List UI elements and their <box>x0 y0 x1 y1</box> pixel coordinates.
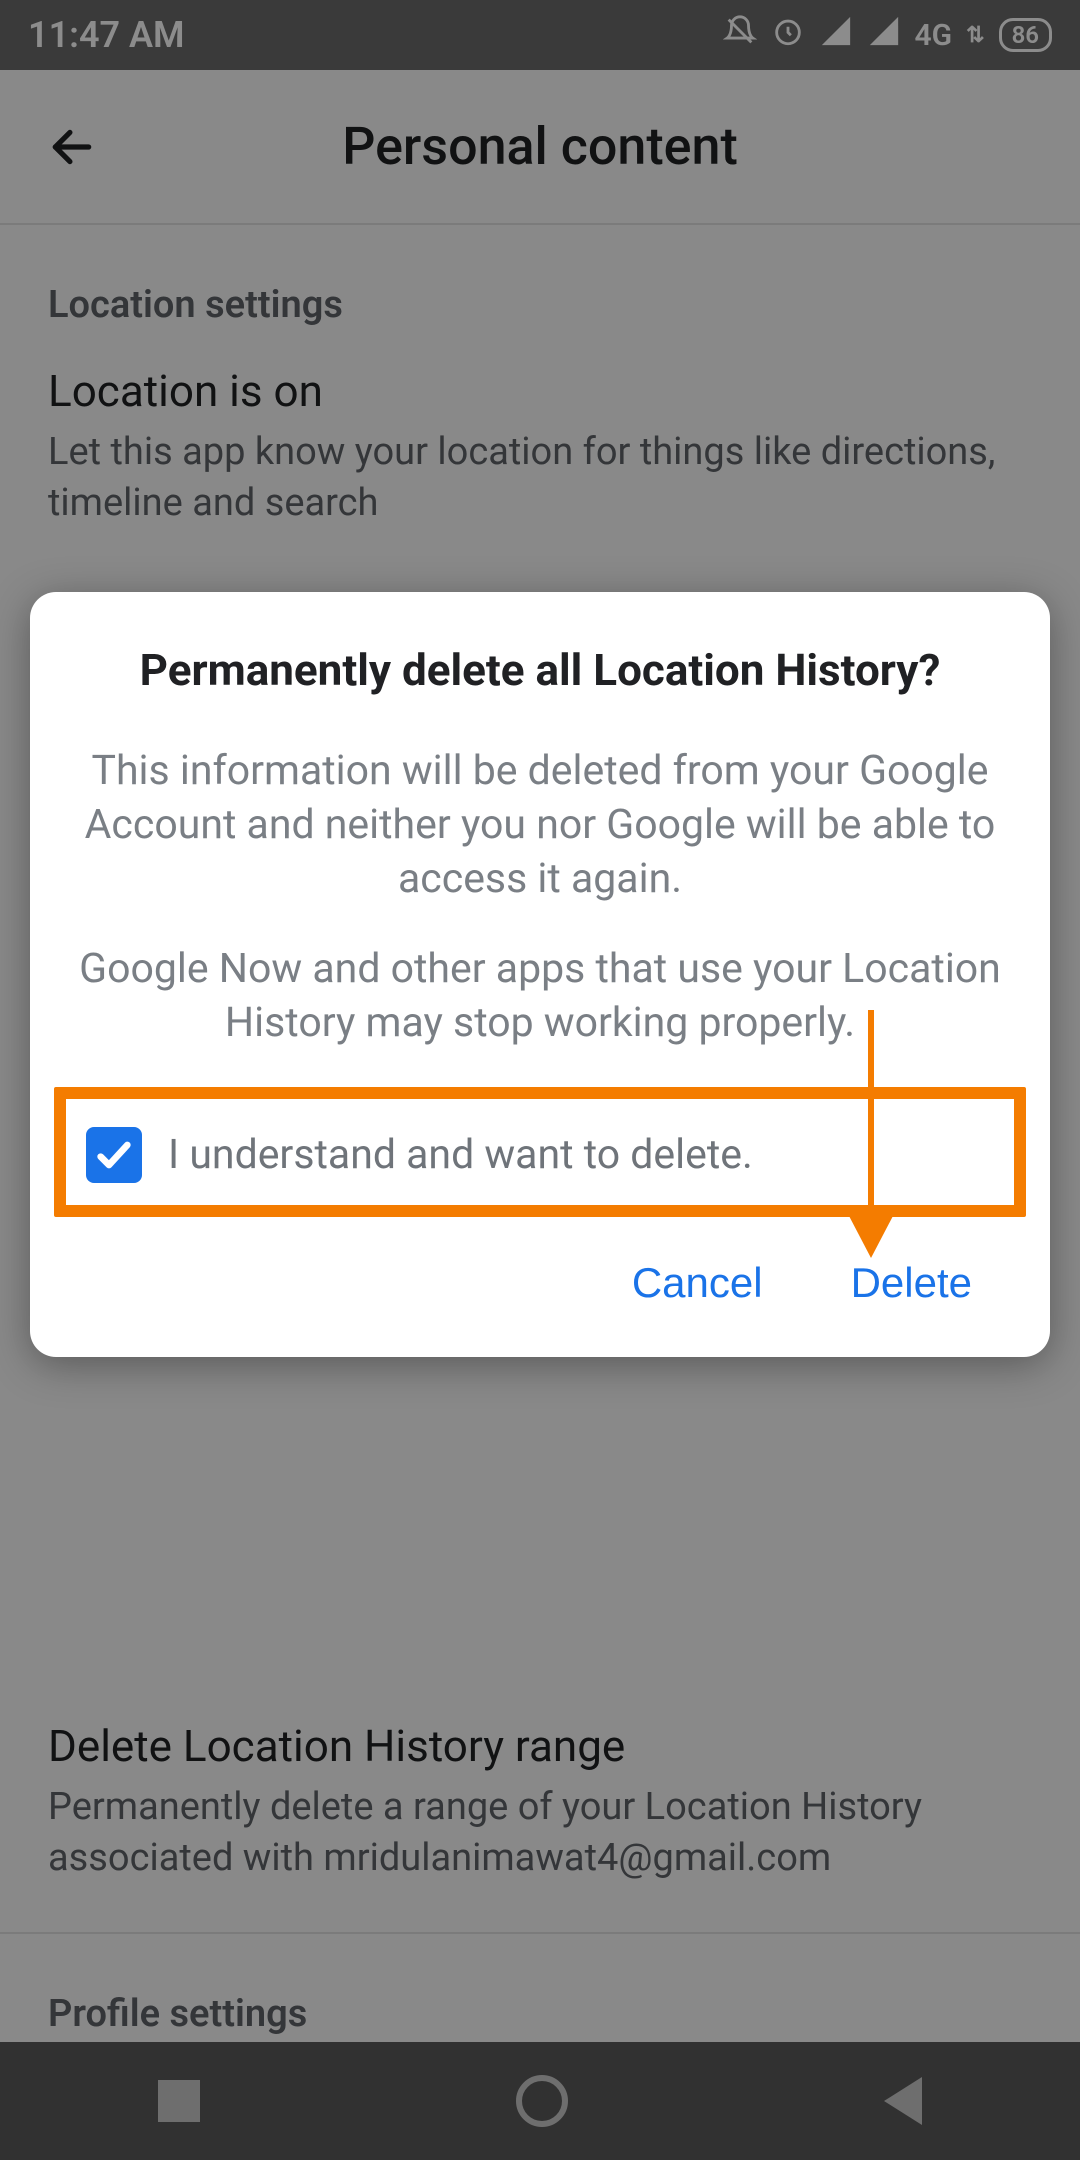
delete-button[interactable]: Delete <box>851 1259 972 1307</box>
dialog-actions: Cancel Delete <box>72 1231 1008 1317</box>
dialog-body: This information will be deleted from yo… <box>72 744 1008 1051</box>
cancel-button[interactable]: Cancel <box>632 1259 763 1307</box>
delete-history-dialog: Permanently delete all Location History?… <box>30 592 1050 1357</box>
annotation-highlight: I understand and want to delete. <box>54 1087 1026 1217</box>
confirm-checkbox-row[interactable]: I understand and want to delete. <box>76 1111 1004 1199</box>
dialog-body-p2: Google Now and other apps that use your … <box>72 942 1008 1050</box>
confirm-checkbox-label: I understand and want to delete. <box>168 1131 753 1179</box>
dialog-title: Permanently delete all Location History? <box>72 644 1008 696</box>
confirm-checkbox[interactable] <box>86 1127 142 1183</box>
dialog-body-p1: This information will be deleted from yo… <box>72 744 1008 906</box>
check-icon <box>94 1135 134 1175</box>
